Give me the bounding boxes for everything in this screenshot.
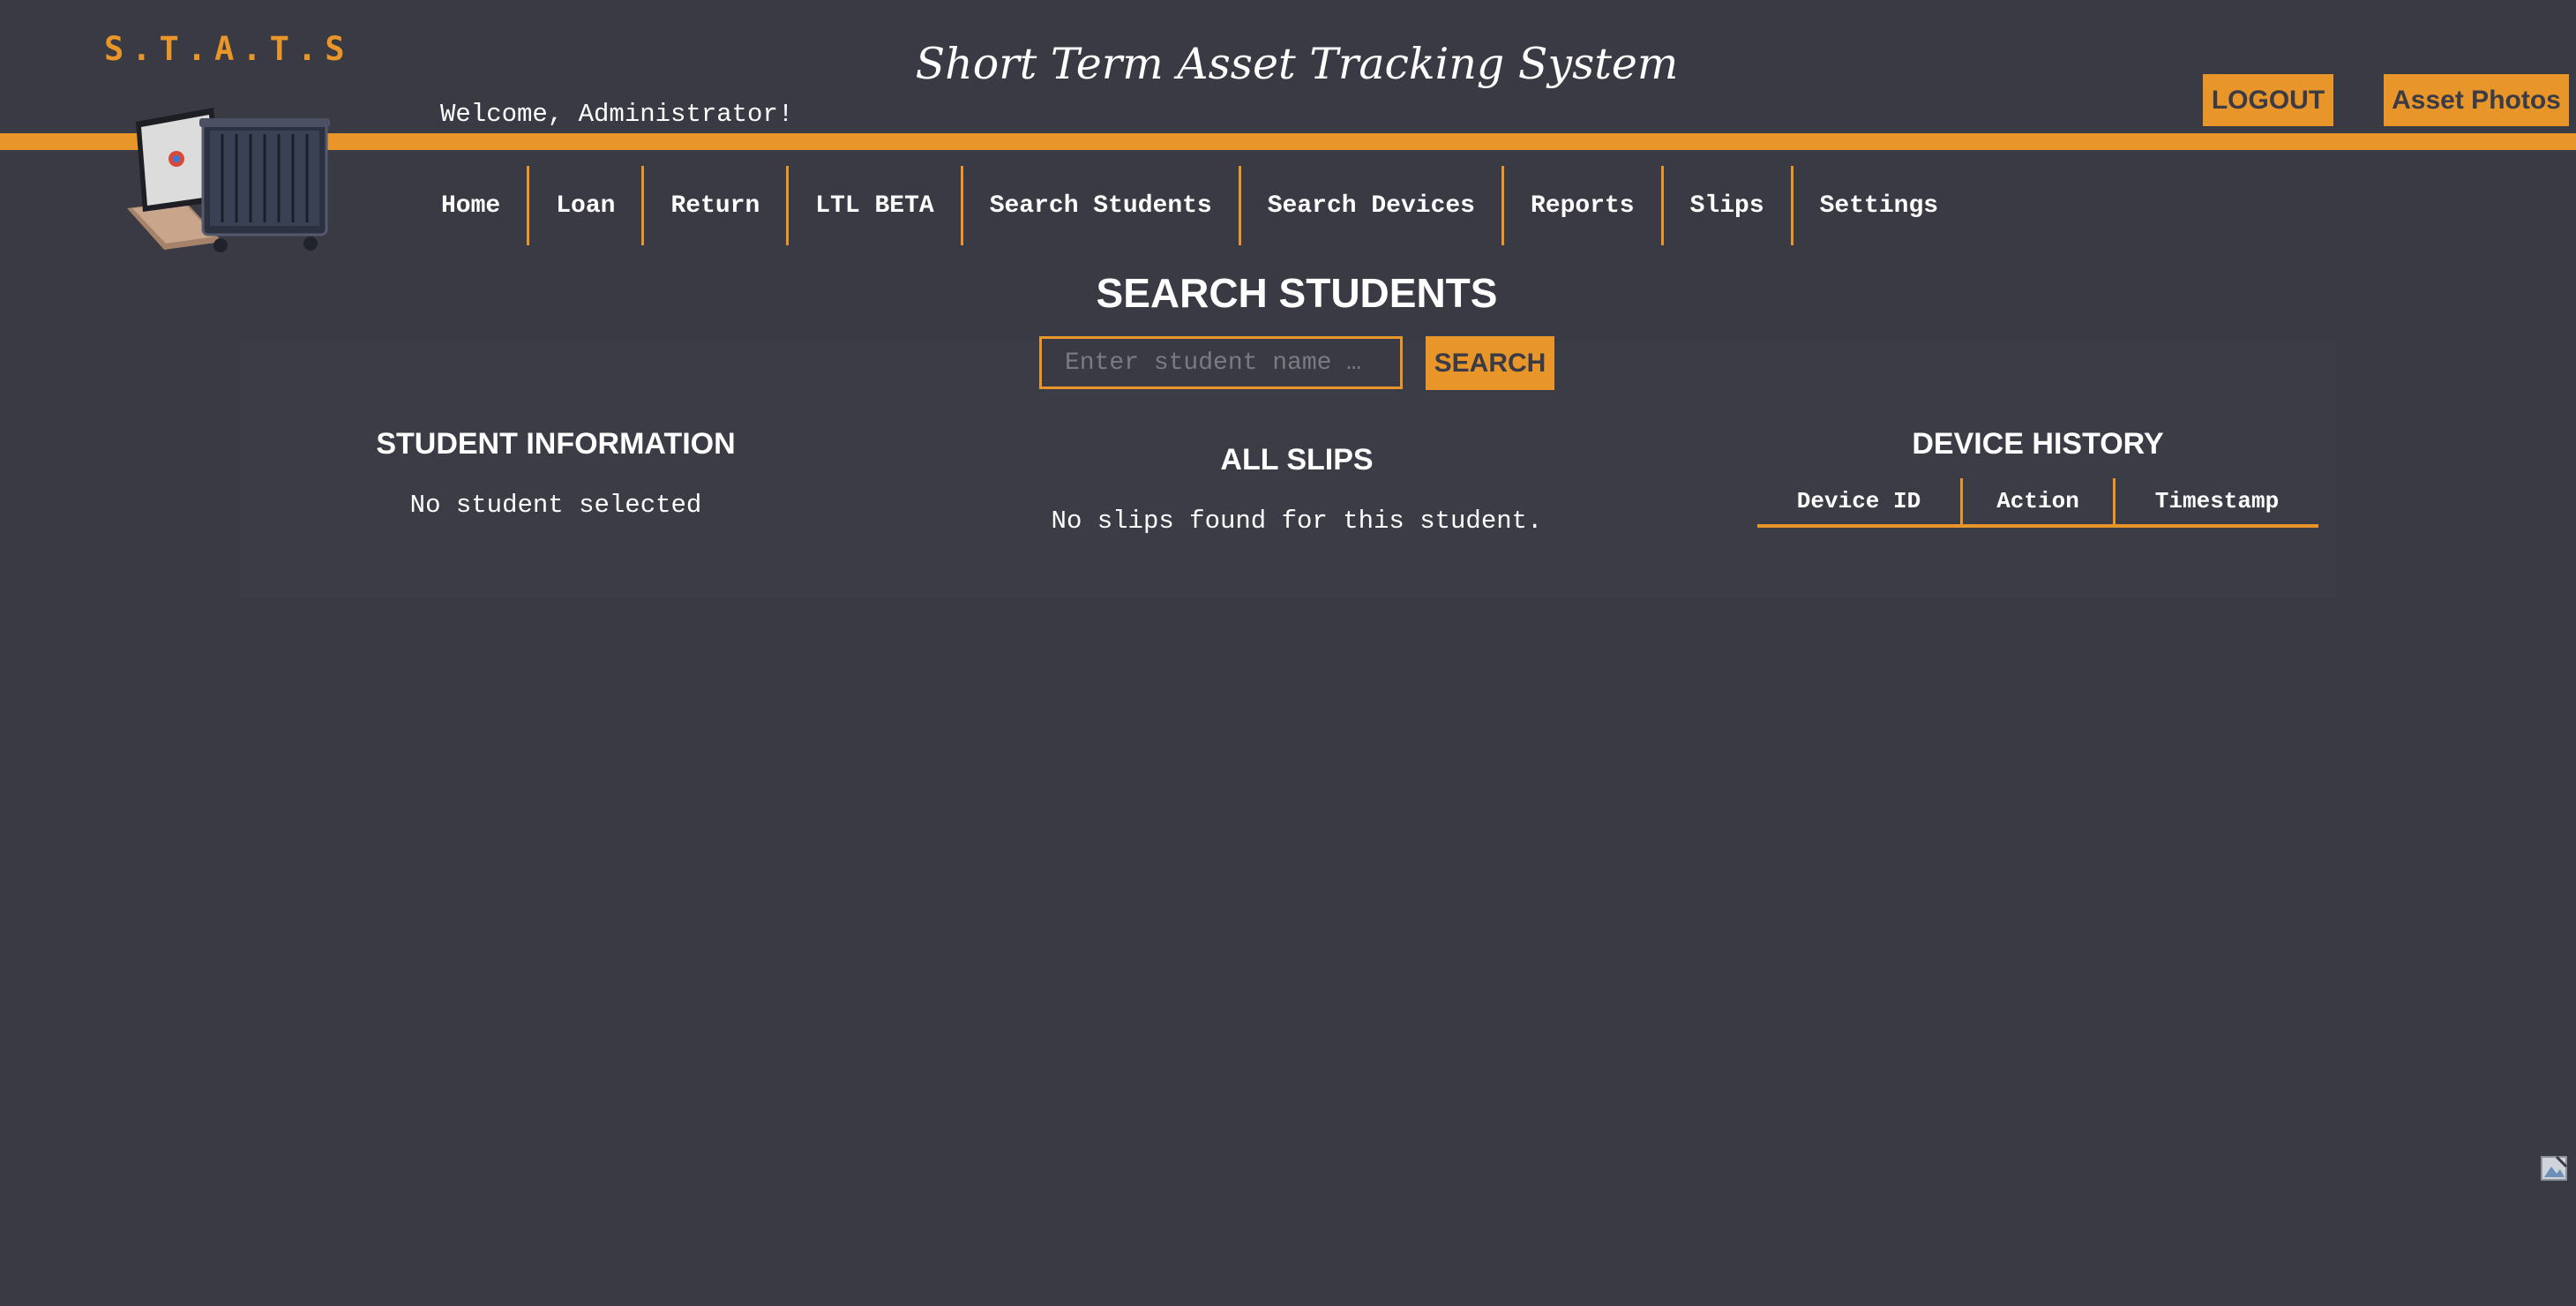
logo-laptop-cart-icon [127,108,330,252]
nav-item-ltl-beta[interactable]: LTL BETA [789,166,963,245]
student-information-heading: STUDENT INFORMATION [376,427,736,461]
nav-item-return[interactable]: Return [644,166,790,245]
column-header-timestamp[interactable]: Timestamp [2113,478,2318,528]
table-header-row: Device ID Action Timestamp [1757,478,2318,528]
nav-item-search-devices[interactable]: Search Devices [1241,166,1504,245]
nav-item-home[interactable]: Home [415,166,530,245]
student-information-message: No student selected [409,491,702,520]
nav-item-reports[interactable]: Reports [1504,166,1664,245]
page: S.T.A.T.S Short Term Asset Tracking Syst… [0,0,2576,1306]
nav-item-slips[interactable]: Slips [1664,166,1793,245]
device-history-table: Device ID Action Timestamp [1757,478,2318,528]
welcome-message: Welcome, Administrator! [440,100,794,129]
search-button[interactable]: SEARCH [1426,336,1554,390]
app-title: Short Term Asset Tracking System [915,39,1679,89]
all-slips-heading: ALL SLIPS [1220,443,1374,477]
broken-image-icon [2541,1156,2567,1181]
column-header-device-id[interactable]: Device ID [1757,478,1962,528]
page-title: SEARCH STUDENTS [1096,270,1498,316]
nav-item-settings[interactable]: Settings [1793,166,1965,245]
header-accent-bar [0,133,2576,150]
nav-item-search-students[interactable]: Search Students [963,166,1241,245]
all-slips-message: No slips found for this student. [1051,507,1543,536]
device-history-heading: DEVICE HISTORY [1912,427,2164,461]
main-nav: Home Loan Return LTL BETA Search Student… [415,166,1965,245]
student-search-input[interactable] [1039,336,1403,389]
nav-item-loan[interactable]: Loan [529,166,645,245]
column-header-action[interactable]: Action [1960,478,2115,528]
logout-button[interactable]: LOGOUT [2203,74,2333,126]
asset-photos-button[interactable]: Asset Photos [2384,74,2569,126]
